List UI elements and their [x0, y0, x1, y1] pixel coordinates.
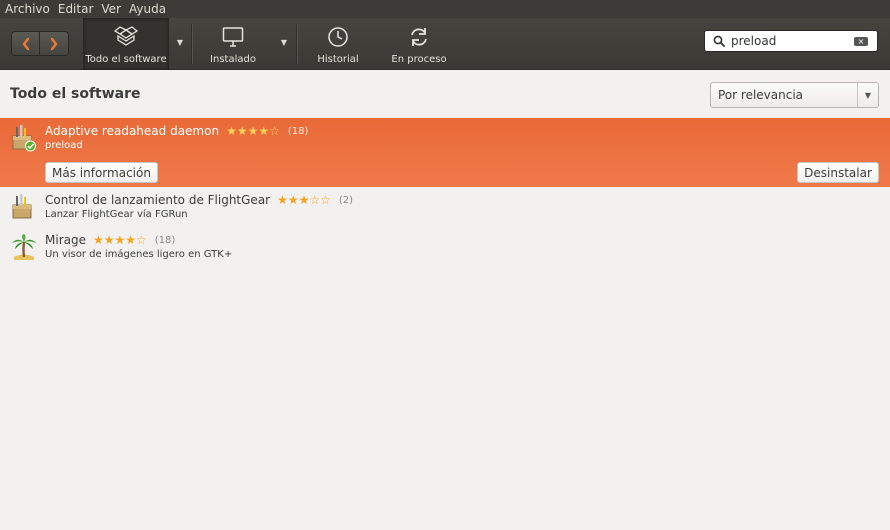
menu-ver[interactable]: Ver: [101, 2, 121, 16]
more-info-button[interactable]: Más información: [45, 162, 158, 183]
navigation-buttons: [11, 31, 69, 56]
chevron-right-icon: [50, 37, 58, 50]
list-item[interactable]: Mirage ★★★★☆ (18) Un visor de imágenes l…: [0, 227, 890, 267]
search-icon: [713, 35, 725, 47]
page-header: Todo el software Por relevancia ▼: [0, 70, 890, 118]
rating-stars: ★★★☆☆: [277, 193, 331, 207]
tab-all-software-label: Todo el software: [85, 54, 167, 65]
item-name: Control de lanzamiento de FlightGear: [45, 193, 271, 207]
item-info: Mirage ★★★★☆ (18) Un visor de imágenes l…: [45, 233, 232, 267]
menubar: Archivo Editar Ver Ayuda: [0, 0, 890, 18]
search-input[interactable]: preload ×: [704, 30, 878, 52]
forward-button[interactable]: [40, 31, 69, 56]
menu-archivo[interactable]: Archivo: [5, 2, 50, 16]
installed-dropdown[interactable]: ▼: [277, 38, 291, 47]
tab-history[interactable]: Historial: [303, 18, 373, 70]
all-software-dropdown[interactable]: ▼: [173, 38, 187, 47]
tab-installed[interactable]: Instalado: [196, 18, 270, 70]
list-item[interactable]: Control de lanzamiento de FlightGear ★★★…: [0, 187, 890, 227]
page-title: Todo el software: [10, 86, 141, 102]
list-item[interactable]: Adaptive readahead daemon ★★★★☆ (18) pre…: [0, 118, 890, 187]
item-name: Mirage: [45, 233, 86, 247]
item-summary: Lanzar FlightGear vía FGRun: [45, 209, 188, 220]
uninstall-button[interactable]: Desinstalar: [797, 162, 879, 183]
chevron-down-icon: ▼: [857, 83, 878, 107]
tab-installed-label: Instalado: [210, 54, 256, 65]
toolbar-separator: [296, 24, 297, 64]
clock-icon: [328, 27, 348, 47]
menu-editar[interactable]: Editar: [58, 2, 94, 16]
dropbox-package-icon: [114, 26, 138, 46]
sync-arrows-icon: [411, 28, 427, 46]
item-summary: preload: [45, 140, 83, 151]
installed-package-icon: [11, 124, 37, 152]
monitor-icon: [222, 27, 244, 47]
tab-history-label: Historial: [317, 54, 359, 65]
back-button[interactable]: [11, 31, 40, 56]
rating-count: (18): [287, 125, 309, 137]
search-value: preload: [731, 34, 777, 48]
package-icon: [11, 193, 37, 221]
toolbar: Todo el software ▼ Instalado ▼ Historial…: [0, 18, 890, 70]
item-name: Adaptive readahead daemon: [45, 124, 220, 138]
tab-in-progress[interactable]: En proceso: [386, 18, 452, 70]
tab-all-software[interactable]: Todo el software: [83, 18, 169, 70]
sort-dropdown[interactable]: Por relevancia ▼: [710, 82, 879, 108]
sort-selected: Por relevancia: [718, 88, 804, 102]
rating-stars: ★★★★☆: [226, 124, 280, 138]
toolbar-separator: [191, 24, 192, 64]
results-list: Adaptive readahead daemon ★★★★☆ (18) pre…: [0, 118, 890, 530]
item-summary: Un visor de imágenes ligero en GTK+: [45, 249, 233, 260]
rating-count: (2): [338, 194, 354, 206]
clear-icon[interactable]: ×: [854, 36, 868, 46]
chevron-left-icon: [21, 37, 29, 50]
item-info: Control de lanzamiento de FlightGear ★★★…: [45, 193, 353, 227]
rating-stars: ★★★★☆: [92, 233, 147, 247]
palm-tree-icon: [11, 233, 37, 261]
menu-ayuda[interactable]: Ayuda: [129, 2, 166, 16]
rating-count: (18): [154, 234, 176, 246]
tab-in-progress-label: En proceso: [391, 54, 447, 65]
